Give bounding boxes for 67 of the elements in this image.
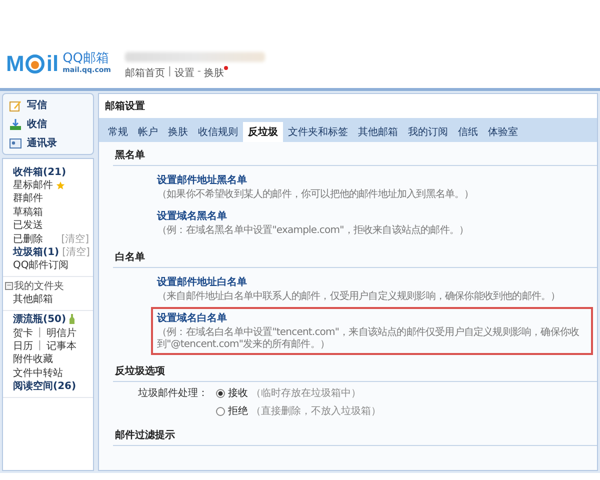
separator: | bbox=[38, 340, 42, 352]
radio-hint: （直接删除，不放入垃圾箱） bbox=[251, 404, 381, 418]
folder-group-label: 我的文件夹 bbox=[14, 280, 64, 293]
setting-link[interactable]: 设置邮件地址白名单 bbox=[157, 275, 587, 289]
tab[interactable]: 体验室 bbox=[483, 122, 523, 142]
section-heading: 反垃圾选项 bbox=[113, 361, 597, 382]
tab[interactable]: 我的订阅 bbox=[403, 122, 453, 142]
separator: - bbox=[197, 66, 201, 77]
setting-link[interactable]: 设置邮件地址黑名单 bbox=[157, 173, 587, 187]
setting-description: （例：在域名白名单中设置"tencent.com"，来自该站点的邮件仅受用户自定义规则影响，确保你收到"@tencent.com"发来的所有邮件。） bbox=[157, 327, 580, 351]
tray-icon bbox=[9, 118, 22, 130]
bottle-icon bbox=[69, 314, 76, 324]
separator: | bbox=[168, 66, 172, 77]
tab[interactable]: 文件夹和标签 bbox=[283, 122, 353, 142]
folder-link[interactable]: 草稿箱 bbox=[13, 204, 43, 219]
folder-link[interactable]: 附件收藏 bbox=[13, 352, 53, 366]
folder-link[interactable]: 记事本 bbox=[46, 339, 76, 353]
folder-link[interactable]: 漂流瓶(50) bbox=[13, 312, 66, 326]
folder-link[interactable]: 阅读空间(26) bbox=[13, 379, 76, 394]
tab[interactable]: 收信规则 bbox=[193, 122, 243, 142]
folder-link[interactable]: 收件箱(21) bbox=[13, 164, 66, 179]
tab[interactable]: 反垃圾 bbox=[243, 122, 283, 142]
setting-link[interactable]: 设置域名黑名单 bbox=[157, 209, 587, 223]
logo-wordmark: il bbox=[46, 52, 59, 74]
radio-label: 拒绝 bbox=[228, 404, 248, 418]
folder-link[interactable]: 已删除 bbox=[13, 232, 43, 246]
setting-description: （来自邮件地址白名单中联系人的邮件，仅受用户自定义规则影响，确保你能收到他的邮件。） bbox=[157, 291, 562, 303]
header-link[interactable]: 邮箱首页 bbox=[124, 66, 165, 80]
panel-title: 邮箱设置 bbox=[104, 100, 146, 114]
radio-button[interactable] bbox=[216, 388, 225, 398]
section-heading: 白名单 bbox=[113, 247, 597, 268]
folder-link[interactable]: QQ邮件订阅 bbox=[13, 258, 69, 272]
logo-wordmark: M bbox=[6, 52, 24, 74]
logo-name: QQ邮箱 bbox=[62, 52, 110, 66]
sidebar-action[interactable]: 收信 bbox=[27, 117, 47, 131]
radio-button[interactable] bbox=[216, 406, 225, 416]
folder-link[interactable]: 明信片 bbox=[46, 326, 76, 340]
folder-link[interactable]: 其他邮箱 bbox=[13, 292, 53, 306]
folder-link[interactable]: 群邮件 bbox=[13, 191, 43, 206]
tab[interactable]: 信纸 bbox=[453, 122, 483, 142]
separator: | bbox=[38, 327, 42, 338]
folder-link[interactable]: 贺卡 bbox=[13, 326, 33, 340]
tab[interactable]: 常规 bbox=[103, 122, 133, 142]
setting-link[interactable]: 设置域名白名单 bbox=[157, 311, 587, 325]
sidebar-action[interactable]: 写信 bbox=[27, 98, 47, 112]
option-label: 垃圾邮件处理： bbox=[138, 386, 208, 401]
section-heading: 邮件过滤提示 bbox=[113, 425, 597, 446]
folder-link[interactable]: 星标邮件 bbox=[13, 178, 53, 192]
header-link[interactable]: 设置 bbox=[174, 66, 194, 80]
logo-ring-icon bbox=[25, 54, 46, 74]
tab[interactable]: 换肤 bbox=[163, 122, 193, 142]
folder-link[interactable]: 已发送 bbox=[13, 218, 43, 232]
tab[interactable]: 其他邮箱 bbox=[353, 122, 403, 142]
setting-description: （如果你不希望收到某人的邮件，你可以把他的邮件地址加入到黑名单。） bbox=[157, 189, 475, 201]
radio-hint: （临时存放在垃圾箱中） bbox=[251, 386, 361, 400]
folder-link[interactable]: 垃圾箱(1) bbox=[13, 245, 60, 260]
star-icon bbox=[56, 180, 65, 190]
section-heading: 黑名单 bbox=[113, 145, 597, 166]
pencil-icon bbox=[9, 98, 22, 112]
setting-description: （例：在域名黑名单中设置"example.com"，拒收来自该站点的邮件。） bbox=[157, 225, 470, 237]
header-link[interactable]: 换肤 bbox=[204, 66, 228, 80]
folder-link[interactable]: 文件中转站 bbox=[13, 366, 63, 380]
radio-label: 接收 bbox=[228, 386, 248, 400]
folder-link[interactable]: 日历 bbox=[13, 339, 33, 353]
sidebar-action[interactable]: 通讯录 bbox=[27, 136, 57, 150]
tab[interactable]: 帐户 bbox=[133, 122, 163, 142]
contact-card-icon bbox=[9, 136, 22, 150]
